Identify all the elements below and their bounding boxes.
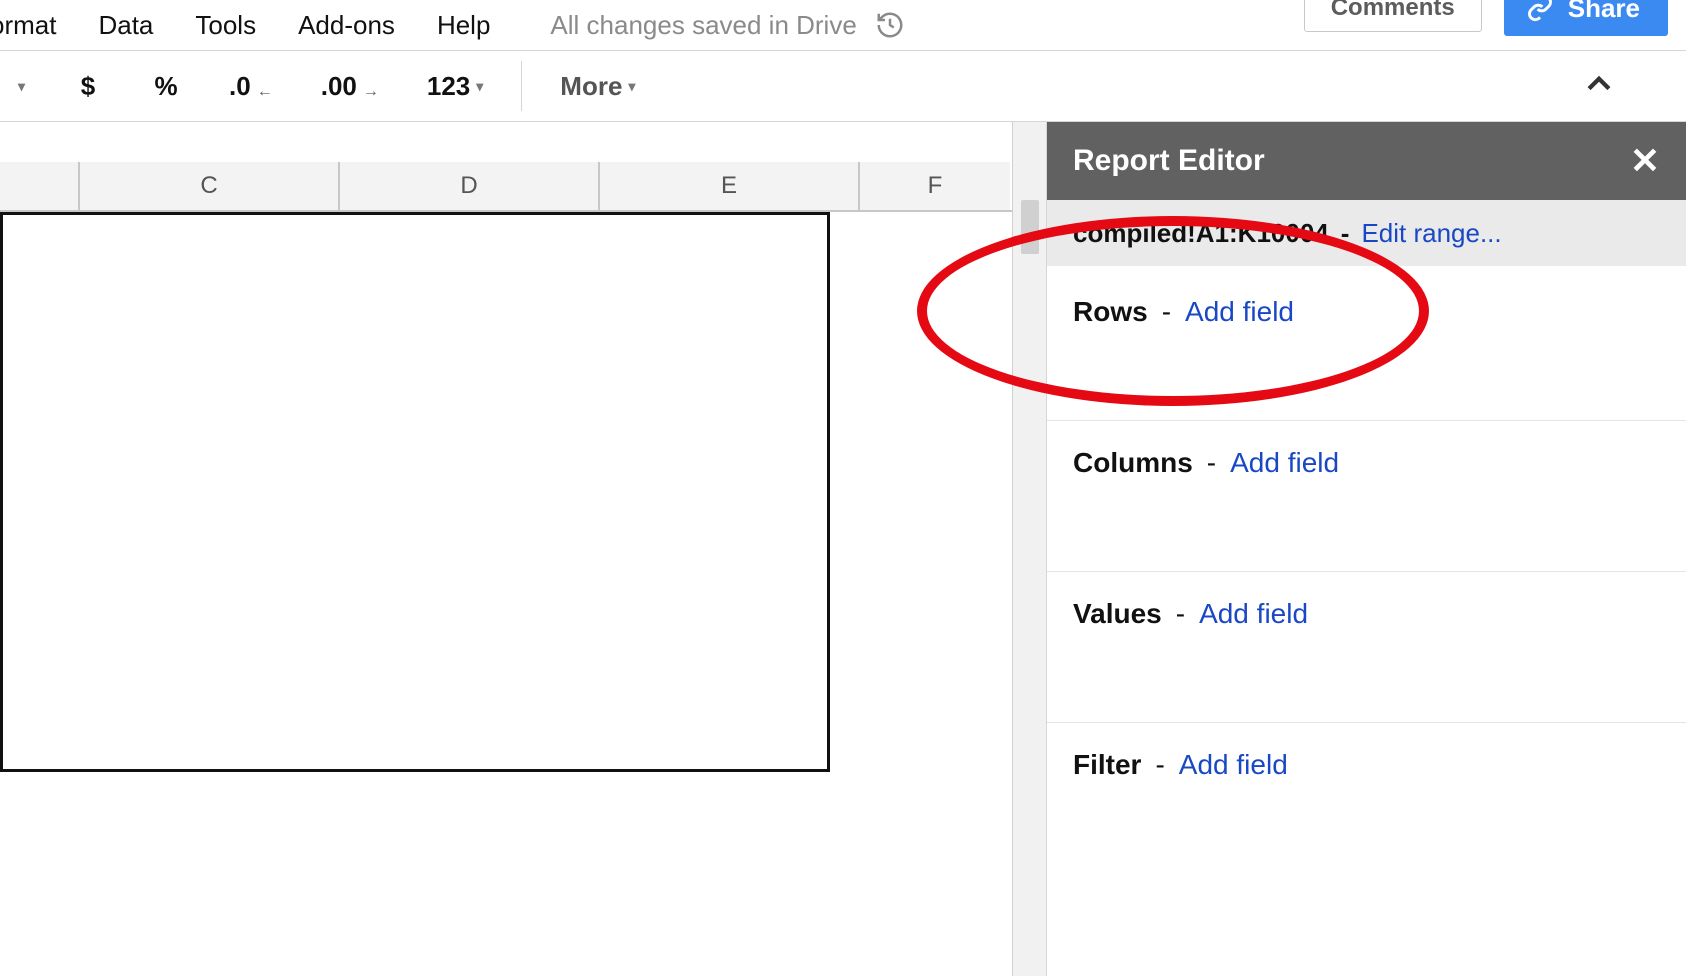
column-header-f[interactable]: F <box>860 162 1010 210</box>
filter-add-field-link[interactable]: Add field <box>1179 749 1288 781</box>
menu-tools[interactable]: Tools <box>195 10 256 41</box>
number-format-dropdown[interactable]: 123 <box>417 58 493 114</box>
chevron-up-icon <box>1582 66 1616 100</box>
menu-bar: ormat Data Tools Add-ons Help All change… <box>0 0 1686 50</box>
spreadsheet-area[interactable]: C D E F <box>0 122 1012 976</box>
arrow-left-icon: ← <box>257 83 273 101</box>
decrease-decimal-button[interactable]: .0 ← <box>219 58 283 114</box>
more-button[interactable]: More <box>550 58 645 114</box>
menu-bar-right: Comments Share <box>1304 14 1680 36</box>
selected-cell-range[interactable] <box>0 212 830 772</box>
toolbar-leading-dropdown[interactable] <box>2 58 35 114</box>
report-editor-header: Report Editor ✕ <box>1047 122 1686 200</box>
values-section: Values - Add field <box>1047 572 1686 723</box>
scrollbar-thumb[interactable] <box>1021 200 1039 254</box>
columns-section: Columns - Add field <box>1047 421 1686 572</box>
increase-decimal-button[interactable]: .00 → <box>311 58 389 114</box>
filter-label: Filter <box>1073 749 1141 781</box>
collapse-toolbar-button[interactable] <box>1582 66 1616 107</box>
rows-add-field-link[interactable]: Add field <box>1185 296 1294 328</box>
dash-text: - <box>1155 749 1164 781</box>
pivot-range-text: compiled!A1:K10004 <box>1073 218 1329 249</box>
comments-button[interactable]: Comments <box>1304 0 1482 32</box>
column-header-c[interactable]: C <box>80 162 340 210</box>
close-icon[interactable]: ✕ <box>1630 140 1660 182</box>
vertical-scrollbar[interactable] <box>1012 122 1046 976</box>
decrease-decimal-label: .0 <box>229 71 251 102</box>
column-header-row: C D E F <box>0 162 1012 212</box>
values-add-field-link[interactable]: Add field <box>1199 598 1308 630</box>
share-button[interactable]: Share <box>1504 0 1668 36</box>
arrow-right-icon: → <box>363 83 379 101</box>
columns-add-field-link[interactable]: Add field <box>1230 447 1339 479</box>
content-area: C D E F Report Editor ✕ compiled!A1:K100… <box>0 122 1686 976</box>
columns-label: Columns <box>1073 447 1193 479</box>
menu-help[interactable]: Help <box>437 10 490 41</box>
rows-label: Rows <box>1073 296 1148 328</box>
history-icon[interactable] <box>875 10 905 40</box>
format-currency-button[interactable]: $ <box>63 58 113 114</box>
edit-range-link[interactable]: Edit range... <box>1361 218 1501 249</box>
report-editor-range-row: compiled!A1:K10004 - Edit range... <box>1047 200 1686 266</box>
menu-data[interactable]: Data <box>98 10 153 41</box>
menu-format[interactable]: ormat <box>0 10 56 41</box>
dash-text: - <box>1162 296 1171 328</box>
filter-section: Filter - Add field <box>1047 723 1686 813</box>
column-header-e[interactable]: E <box>600 162 860 210</box>
rows-section: Rows - Add field <box>1047 266 1686 421</box>
values-label: Values <box>1073 598 1162 630</box>
column-header-d[interactable]: D <box>340 162 600 210</box>
save-status: All changes saved in Drive <box>550 10 904 41</box>
comments-button-label: Comments <box>1331 0 1455 22</box>
dash-text: - <box>1207 447 1216 479</box>
menu-addons[interactable]: Add-ons <box>298 10 395 41</box>
link-icon <box>1526 0 1554 22</box>
share-button-label: Share <box>1568 0 1640 24</box>
column-header-spacer <box>0 162 80 210</box>
report-editor-title: Report Editor <box>1073 144 1265 178</box>
save-status-text: All changes saved in Drive <box>550 10 856 41</box>
increase-decimal-label: .00 <box>321 71 357 102</box>
report-editor-panel: Report Editor ✕ compiled!A1:K10004 - Edi… <box>1046 122 1686 976</box>
dash-text: - <box>1176 598 1185 630</box>
format-toolbar: $ % .0 ← .00 → 123 More <box>0 50 1686 122</box>
format-percent-button[interactable]: % <box>141 58 191 114</box>
dash-text: - <box>1341 218 1350 249</box>
toolbar-divider <box>521 61 522 111</box>
menu-bar-left: ormat Data Tools Add-ons Help All change… <box>6 10 905 41</box>
